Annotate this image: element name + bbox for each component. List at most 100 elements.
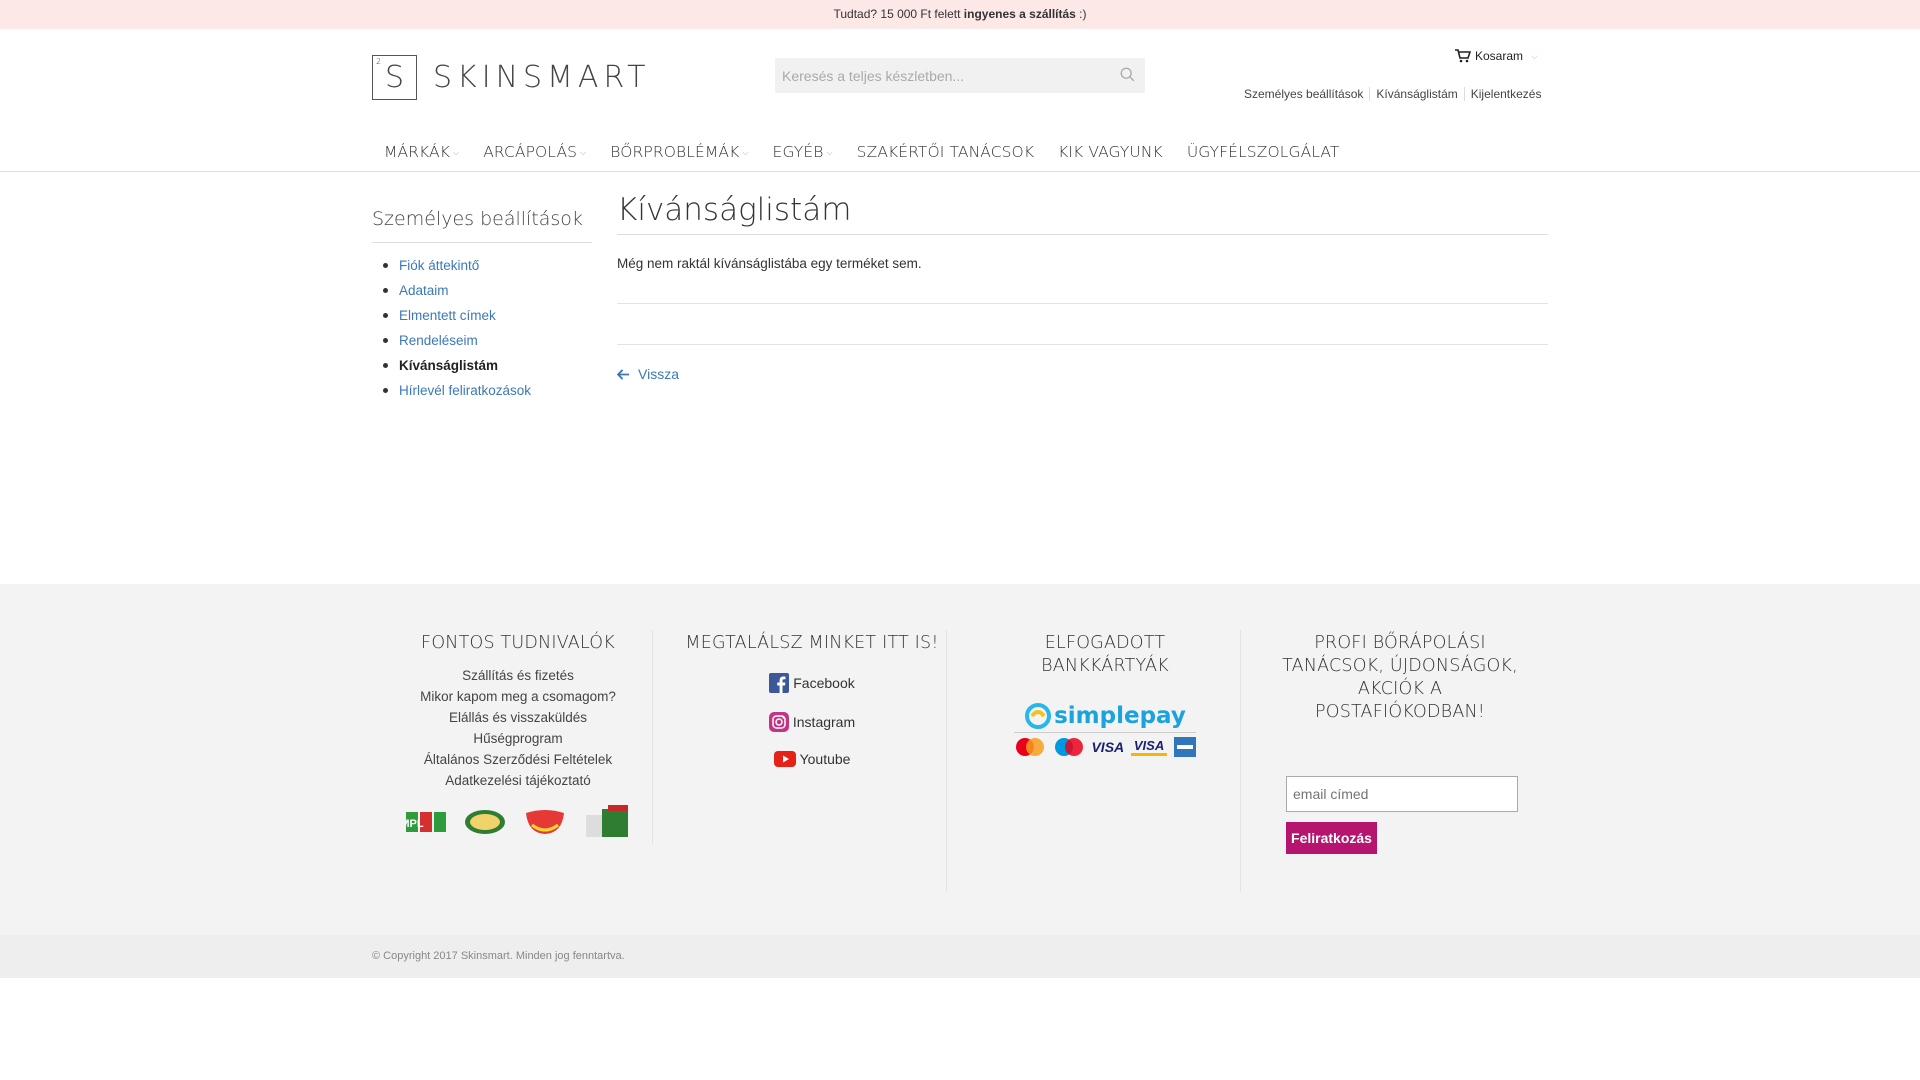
account-link-logout[interactable]: Kijelentkezés [1463,87,1548,101]
cart-link[interactable]: Kosaram ⌵ [1455,49,1538,63]
footer-cards-column: ELFOGADOTT BANKKÁRTYÁK simplepay VISA VI… [985,632,1225,757]
parcel-locker-icon [586,805,628,837]
copyright-text: © Copyright 2017 Skinsmart. Minden jog f… [372,950,625,962]
copyright-bar: © Copyright 2017 Skinsmart. Minden jog f… [0,935,1920,978]
nav-item-facecare[interactable]: ARCÁPOLÁS ⌵ [471,143,598,161]
newsletter-email-input[interactable] [1286,776,1518,812]
promo-prefix: Tudtad? 15 000 Ft felett [833,7,964,21]
sidebar-item-newsletter[interactable]: Hírlevél feliratkozások [372,378,531,403]
instagram-icon [768,712,789,732]
nav-label: ÜGYFÉLSZOLGÁLAT [1186,143,1340,161]
social-links: Facebook Instagram Youtube [672,673,952,767]
instagram-link[interactable]: Instagram [672,712,952,732]
chevron-down-icon: ⌵ [453,148,460,157]
facebook-link[interactable]: Facebook [672,673,952,693]
youtube-link[interactable]: Youtube [672,751,952,767]
mastercard-icon [1016,738,1044,756]
arrow-left-icon [617,368,629,380]
nav-item-customer-service[interactable]: ÜGYFÉLSZOLGÁLAT [1175,143,1352,161]
sidebar-menu: Fiók áttekintő Adataim Elmentett címek R… [372,253,531,403]
search-input[interactable] [775,58,1105,93]
simplepay-text: simplepay [1054,703,1186,729]
footer [0,584,1920,935]
facebook-icon [769,673,790,693]
nav-label: ARCÁPOLÁS [483,143,578,161]
footer-info-links: Szállítás és fizetés Mikor kapom meg a c… [398,665,638,791]
sidebar-item-wishlist: Kívánságlistám [372,353,531,378]
newsletter-title-line1: PROFI BŐRÁPOLÁSI [1314,633,1486,653]
simplepay-logo-icon [1025,703,1052,729]
sidebar-item-overview[interactable]: Fiók áttekintő [372,253,531,278]
nav-label: BŐRPROBLÉMÁK [610,143,740,161]
nav-item-skin-problems[interactable]: BŐRPROBLÉMÁK ⌵ [598,143,760,161]
promo-bar: Tudtad? 15 000 Ft felett ingyenes a szál… [0,0,1920,29]
footer-info-title: FONTOS TUDNIVALÓK [421,633,615,653]
footer-link-privacy[interactable]: Adatkezelési tájékoztató [398,770,638,791]
divider [617,303,1548,304]
nav-item-about[interactable]: KIK VAGYUNK [1046,143,1175,161]
newsletter-title-line3: AKCIÓK A [1357,679,1443,699]
footer-info-column: FONTOS TUDNIVALÓK Szállítás és fizetés M… [398,632,638,839]
sidebar-item-addresses[interactable]: Elmentett címek [372,303,531,328]
simplepay-badge: simplepay VISA VISA [1014,702,1196,757]
sidebar-item-orders[interactable]: Rendeléseim [372,328,531,353]
footer-cards-title-line1: ELFOGADOTT [1044,633,1166,653]
site-logo[interactable]: 2 S SKINSMART [372,54,650,100]
footer-newsletter-column: PROFI BŐRÁPOLÁSI TANÁCSOK, ÚJDONSÁGOK, A… [1265,632,1535,854]
nav-label: EGYÉB [772,143,824,161]
divider [617,344,1548,345]
footer-separator [652,630,653,844]
logo-letter: S [384,59,405,95]
footer-link-loyalty[interactable]: Hűségprogram [398,728,638,749]
promo-suffix: :) [1075,7,1087,21]
cart-icon [1455,49,1471,63]
main-nav: MÁRKÁK ⌵ ARCÁPOLÁS ⌵ BŐRPROBLÉMÁK ⌵ EGYÉB ⌵ … [372,132,1351,172]
nav-item-brands[interactable]: MÁRKÁK ⌵ [372,143,471,161]
account-links: Személyes beállítások Kívánságlistám Kij… [1240,87,1547,101]
posta-pont-logo [465,810,505,834]
search-box [775,58,1145,93]
back-link[interactable]: Vissza [617,366,679,382]
facebook-label: Facebook [793,675,855,691]
visa-logo: VISA [1091,739,1125,755]
mol-logo [526,810,564,834]
account-link-wishlist[interactable]: Kívánságlistám [1369,87,1463,101]
footer-separator [1240,630,1241,892]
footer-cards-title-line2: BANKKÁRTYÁK [1041,656,1169,676]
newsletter-title-line2: TANÁCSOK, ÚJDONSÁGOK, [1282,656,1518,676]
shipping-logos: MPL [398,805,638,839]
chevron-down-icon: ⌵ [826,148,833,157]
cart-label: Kosaram [1475,49,1524,63]
promo-bold: ingyenes a szállítás [963,7,1076,21]
footer-link-delivery-time[interactable]: Mikor kapom meg a csomagom? [398,686,638,707]
empty-wishlist-message: Még nem raktál kívánságlistába egy termé… [617,256,922,271]
mpl-logo: MPL [406,812,446,832]
footer-link-returns[interactable]: Elállás és visszaküldés [398,707,638,728]
logo-superscript: 2 [376,56,382,66]
account-link-settings[interactable]: Személyes beállítások [1240,87,1369,101]
youtube-label: Youtube [799,751,851,767]
footer-social-title: MEGTALÁLSZ MINKET ITT IS! [685,633,939,653]
back-label: Vissza [638,366,679,382]
nav-item-other[interactable]: EGYÉB ⌵ [761,143,845,161]
nav-label: MÁRKÁK [384,143,451,161]
footer-social-column: MEGTALÁLSZ MINKET ITT IS! Facebook Insta… [672,632,952,767]
chevron-down-icon: ⌵ [580,148,587,157]
visa-electron-logo: VISA [1130,738,1168,756]
chevron-down-icon: ⌵ [1531,50,1538,61]
youtube-icon [773,751,796,767]
sidebar-item-details[interactable]: Adataim [372,278,531,303]
footer-link-shipping[interactable]: Szállítás és fizetés [398,665,638,686]
logo-mark: 2 S [372,54,417,100]
nav-label: SZAKÉRTŐI TANÁCSOK [856,143,1035,161]
page-title: Kívánságlistám [617,192,1548,235]
maestro-icon [1054,738,1083,756]
subscribe-button[interactable]: Feliratkozás [1286,822,1377,854]
footer-link-terms[interactable]: Általános Szerződési Feltételek [398,749,638,770]
nav-divider [0,171,1920,172]
newsletter-title-line4: POSTAFIÓKODBAN! [1314,702,1486,722]
nav-item-expert-advice[interactable]: SZAKÉRTŐI TANÁCSOK [845,143,1046,161]
search-icon[interactable] [1119,66,1137,84]
mpl-letter-m: MPL [406,818,424,830]
logo-text: SKINSMART [433,59,651,95]
